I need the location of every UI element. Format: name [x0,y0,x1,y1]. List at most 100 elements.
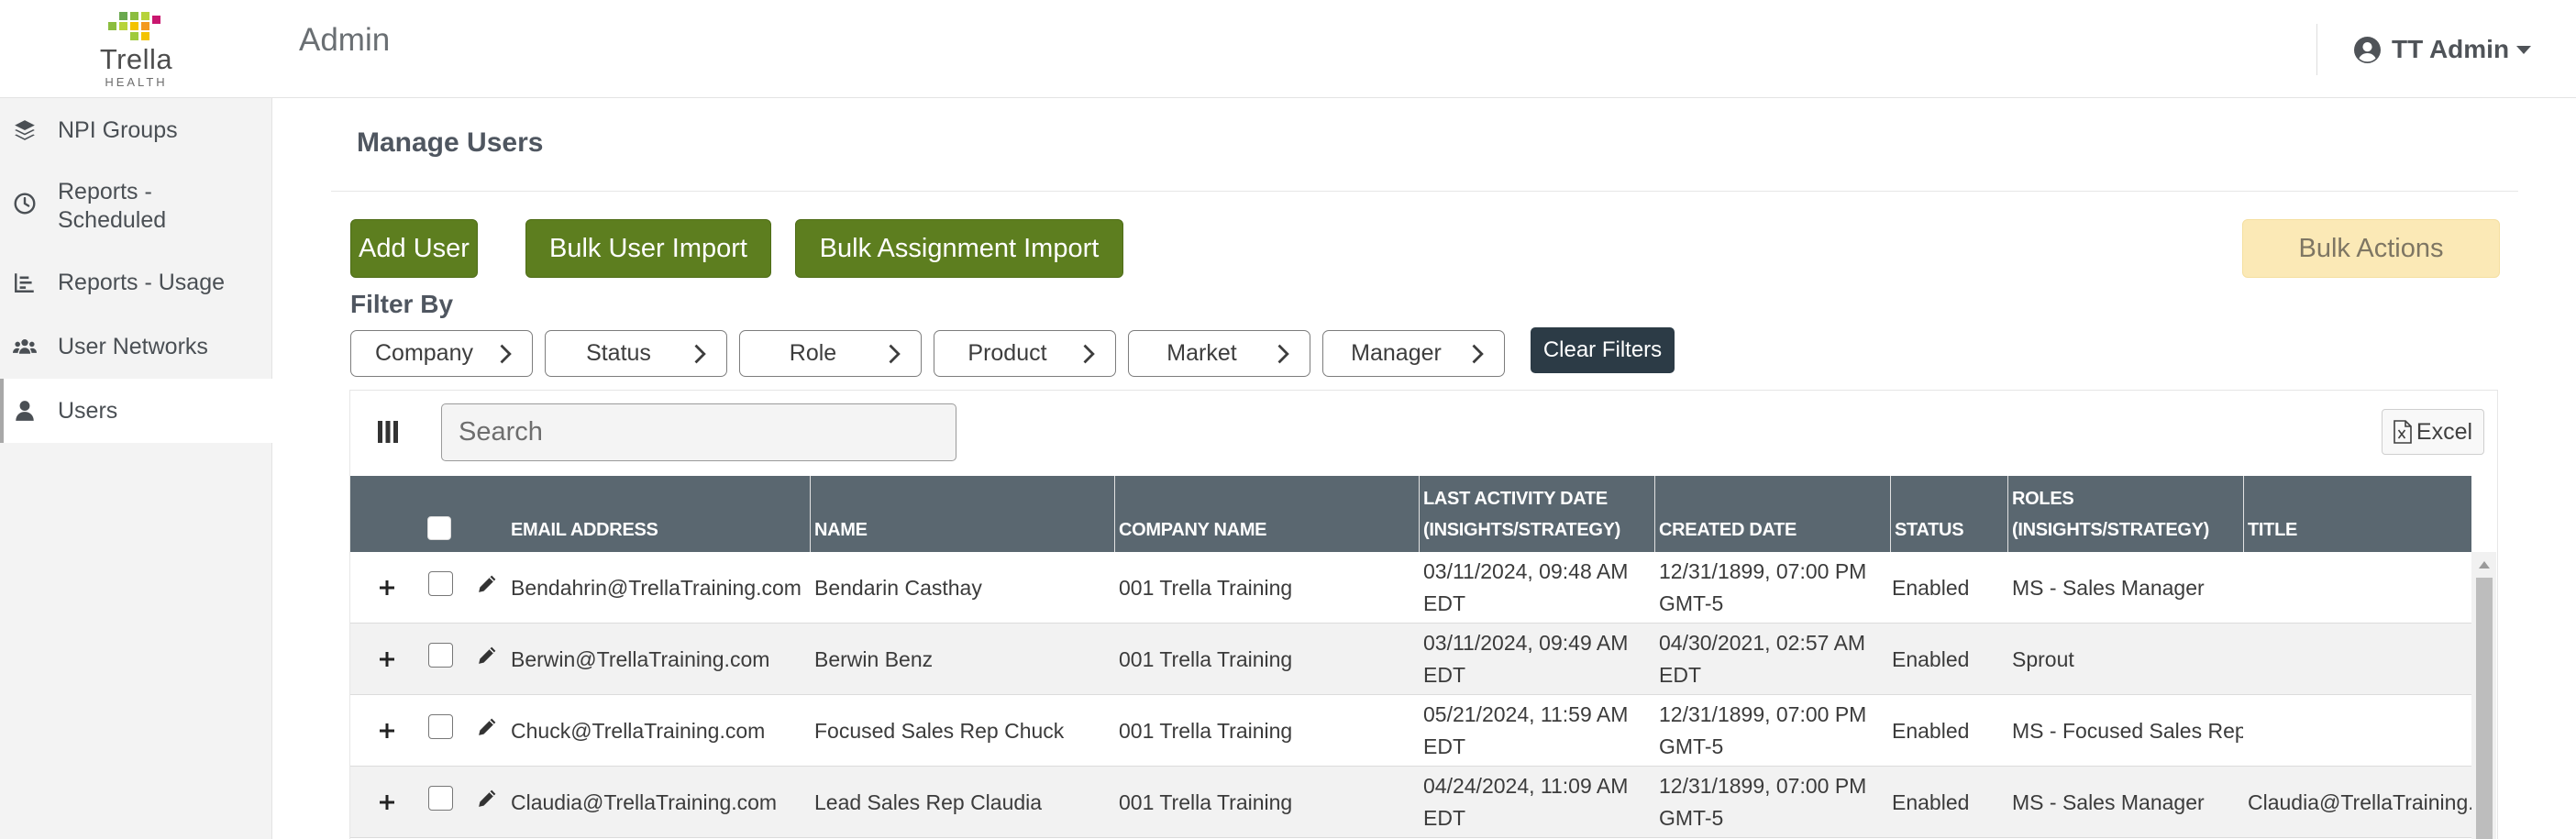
chevron-right-icon [1472,344,1484,363]
header-divider [2316,24,2317,75]
filter-label: Company [375,340,473,366]
cell-email: Claudia@TrellaTraining.com [511,789,778,814]
scrollbar-thumb[interactable] [2476,578,2493,839]
row-checkbox[interactable] [428,786,453,811]
sidebar-item-user-networks[interactable]: User Networks [0,315,272,379]
excel-export-button[interactable]: Excel [2382,409,2484,455]
pencil-icon[interactable] [476,572,499,595]
filter-role[interactable]: Role [739,330,922,377]
cell-roles: MS - Sales Manager [2012,575,2205,600]
cell-email: Bendahrin@TrellaTraining.com [511,575,802,600]
add-user-button[interactable]: Add User [350,219,478,278]
cell-status: Enabled [1892,789,1970,814]
cell-title [2243,695,2471,767]
top-header: Admin TT Admin [272,0,2576,98]
filter-label: Role [789,340,837,366]
page-section-title: Admin [299,22,391,58]
page-title: Manage Users [357,127,544,158]
filter-status[interactable]: Status [545,330,727,377]
header-email[interactable]: EMAIL ADDRESS [507,476,810,552]
pencil-icon[interactable] [476,644,499,667]
filter-manager[interactable]: Manager [1322,330,1505,377]
header-name[interactable]: NAME [810,476,1114,552]
excel-label: Excel [2416,418,2473,445]
title-divider [331,191,2518,192]
cell-roles: MS - Focused Sales Rep [2012,718,2243,743]
filter-company[interactable]: Company [350,330,533,377]
cell-created-date: 12/31/1899, 07:00 PM GMT-5 [1659,559,1867,615]
users-icon [13,339,37,354]
table-scrollbar[interactable] [2471,552,2496,839]
user-menu-dropdown[interactable]: TT Admin [2354,31,2532,68]
cell-email: Chuck@TrellaTraining.com [511,718,766,743]
sidebar-item-reports-usage[interactable]: Reports - Usage [0,250,272,315]
user-name: TT Admin [2392,35,2510,63]
sidebar-item-label: Users [58,397,118,424]
clear-filters-button[interactable]: Clear Filters [1531,327,1675,373]
cell-created-date: 12/31/1899, 07:00 PM GMT-5 [1659,702,1867,758]
bulk-actions-button[interactable]: Bulk Actions [2242,219,2500,278]
cell-company: 001 Trella Training [1119,646,1293,671]
filter-market[interactable]: Market [1128,330,1310,377]
filter-product[interactable]: Product [934,330,1116,377]
chevron-right-icon [1083,344,1095,363]
expand-plus-icon[interactable] [378,793,396,811]
cell-last-activity: 03/11/2024, 09:49 AM EDT [1423,631,1629,687]
expand-plus-icon[interactable] [378,650,396,668]
cell-status: Enabled [1892,718,1970,743]
trella-logo-icon [108,12,160,40]
header-status[interactable]: STATUS [1890,476,2007,552]
sidebar-item-npi-groups[interactable]: NPI Groups [0,98,272,162]
expand-plus-icon[interactable] [378,722,396,740]
cell-name: Bendarin Casthay [814,575,982,600]
chevron-right-icon [889,344,901,363]
sidebar-item-label: Reports - Scheduled [58,179,167,233]
logo-wordmark: Trella [99,43,173,75]
bulk-user-import-button[interactable]: Bulk User Import [525,219,771,278]
cell-last-activity: 04/24/2024, 11:09 AM EDT [1423,774,1629,830]
table-row: Claudia@TrellaTraining.com Lead Sales Re… [350,767,2471,838]
bulk-assignment-import-button[interactable]: Bulk Assignment Import [795,219,1123,278]
sidebar-nav: NPI Groups Reports - Scheduled Reports -… [0,98,272,443]
table-row: Berwin@TrellaTraining.com Berwin Benz 00… [350,624,2471,695]
header-roles[interactable]: ROLES (INSIGHTS/STRATEGY) [2007,476,2243,552]
cell-last-activity: 05/21/2024, 11:59 AM EDT [1423,702,1629,758]
table-body: Bendahrin@TrellaTraining.com Bendarin Ca… [350,552,2471,839]
row-checkbox[interactable] [428,714,453,739]
scroll-up-arrow-icon[interactable] [2479,561,2490,569]
user-circle-icon [2354,36,2381,63]
header-controls-col [350,476,510,552]
row-checkbox[interactable] [428,571,453,596]
filter-label: Product [967,340,1047,366]
layers-icon [15,120,35,140]
cell-created-date: 12/31/1899, 07:00 PM GMT-5 [1659,774,1867,830]
clock-icon [14,193,36,215]
header-created-date[interactable]: CREATED DATE [1654,476,1890,552]
cell-name: Focused Sales Rep Chuck [814,718,1065,743]
bar-chart-icon [15,273,34,293]
header-title[interactable]: TITLE [2243,476,2471,552]
search-input[interactable] [441,403,956,461]
header-last-activity[interactable]: LAST ACTIVITY DATE (INSIGHTS/STRATEGY) [1419,476,1654,552]
cell-status: Enabled [1892,646,1970,671]
cell-title [2243,552,2471,624]
pencil-icon[interactable] [476,715,499,738]
expand-plus-icon[interactable] [378,579,396,597]
logo-subtitle: HEALTH [105,75,168,89]
cell-company: 001 Trella Training [1119,718,1293,743]
chevron-down-icon [2516,45,2532,54]
cell-title [2243,624,2471,695]
header-company[interactable]: COMPANY NAME [1114,476,1419,552]
sidebar-item-label: Reports - Usage [58,269,226,295]
sidebar-item-reports-scheduled[interactable]: Reports - Scheduled [0,162,272,250]
filter-label: Status [586,340,651,366]
select-all-checkbox[interactable] [427,516,451,540]
columns-icon[interactable] [378,421,398,443]
pencil-icon[interactable] [476,787,499,810]
filter-label: Manager [1351,340,1442,366]
cell-company: 001 Trella Training [1119,789,1293,814]
row-checkbox[interactable] [428,643,453,668]
sidebar-item-users[interactable]: Users [0,379,272,443]
filter-label: Market [1166,340,1237,366]
logo[interactable]: Trella HEALTH [0,0,272,98]
